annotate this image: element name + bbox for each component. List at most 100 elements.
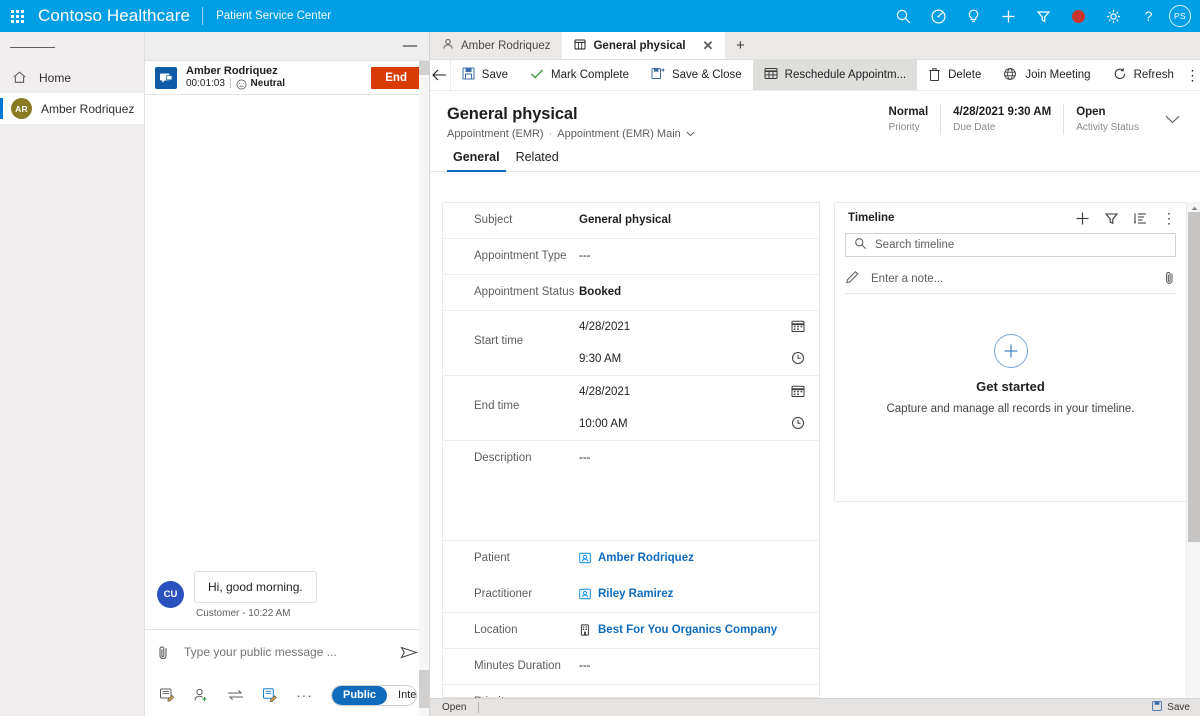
status-save-button[interactable]: Save bbox=[1152, 701, 1190, 714]
message-meta: Customer - 10:22 AM bbox=[196, 608, 291, 619]
field-label: Priority bbox=[474, 685, 579, 698]
save-and-close-button[interactable]: Save & Close bbox=[640, 60, 753, 90]
main-scrollbar[interactable] bbox=[1186, 202, 1200, 716]
header-field-due-date[interactable]: 4/28/2021 9:30 AM Due Date bbox=[940, 104, 1063, 136]
gear-icon[interactable] bbox=[1096, 0, 1131, 32]
tab-amber-rodriquez[interactable]: Amber Rodriquez bbox=[430, 32, 562, 59]
header-field-priority[interactable]: Normal Priority bbox=[877, 104, 941, 135]
main-content: Amber Rodriquez General physical ✕ + Sav… bbox=[430, 32, 1200, 716]
back-arrow-icon[interactable] bbox=[430, 60, 451, 90]
field-appointment-type[interactable]: Appointment Type --- bbox=[443, 239, 819, 275]
home-icon bbox=[11, 70, 27, 85]
subtitle-separator: · bbox=[548, 128, 553, 140]
header-field-value: Normal bbox=[888, 106, 929, 118]
filter-icon[interactable] bbox=[1026, 0, 1061, 32]
conversation-scrollbar[interactable] bbox=[419, 61, 429, 716]
field-value-link[interactable]: Amber Rodriquez bbox=[598, 552, 694, 564]
field-appointment-status[interactable]: Appointment Status Booked bbox=[443, 275, 819, 311]
sidebar-item-home[interactable]: Home bbox=[0, 62, 144, 93]
page-title: General physical bbox=[447, 105, 578, 123]
app-launcher-icon[interactable] bbox=[0, 0, 34, 32]
refresh-button[interactable]: Refresh bbox=[1102, 60, 1185, 90]
join-meeting-button[interactable]: Join Meeting bbox=[992, 60, 1101, 90]
timeline-search[interactable] bbox=[845, 233, 1176, 257]
message-visibility-toggle[interactable]: Public Internal bbox=[331, 684, 417, 706]
record-dot-icon[interactable] bbox=[1061, 0, 1096, 32]
save-close-icon bbox=[651, 67, 665, 83]
plus-circle-icon[interactable] bbox=[993, 334, 1028, 368]
delete-button[interactable]: Delete bbox=[917, 60, 992, 90]
composer-toolbar: ··· Public Internal bbox=[145, 674, 429, 716]
sidebar-item-label: Amber Rodriquez bbox=[41, 101, 135, 116]
command-overflow-button[interactable]: ⋮ bbox=[1185, 60, 1200, 90]
paperclip-icon[interactable] bbox=[156, 644, 171, 661]
calendar-icon[interactable] bbox=[791, 319, 805, 336]
neutral-face-icon bbox=[236, 79, 247, 90]
transfer-icon[interactable] bbox=[227, 688, 244, 702]
session-meta: 00:01:03 | Neutral bbox=[186, 78, 285, 91]
field-start-time[interactable]: Start time 4/28/2021 9:30 AM bbox=[443, 311, 819, 376]
save-button[interactable]: Save bbox=[451, 60, 519, 90]
visibility-public-option[interactable]: Public bbox=[332, 685, 388, 705]
plus-icon[interactable] bbox=[991, 0, 1026, 32]
mark-complete-button[interactable]: Mark Complete bbox=[519, 60, 640, 90]
persona-avatar[interactable]: PS bbox=[1169, 5, 1191, 27]
clock-icon[interactable] bbox=[791, 416, 805, 433]
more-icon[interactable]: ··· bbox=[296, 687, 313, 703]
sitemap-sidebar: Home AR Amber Rodriquez bbox=[0, 32, 145, 716]
field-patient[interactable]: Patient Amber Rodriquez bbox=[443, 541, 819, 577]
field-end-time[interactable]: End time 4/28/2021 10:00 AM bbox=[443, 376, 819, 441]
add-agent-icon[interactable] bbox=[193, 687, 209, 703]
header-field-activity-status[interactable]: Open Activity Status bbox=[1063, 104, 1151, 136]
search-icon bbox=[854, 237, 867, 253]
field-description[interactable]: Description --- bbox=[443, 441, 819, 541]
dashboard-icon[interactable] bbox=[921, 0, 956, 32]
conversation-panel: Amber Rodriquez 00:01:03 | Neutral End C… bbox=[145, 32, 430, 716]
command-label: Refresh bbox=[1133, 69, 1174, 81]
close-icon[interactable]: ✕ bbox=[703, 39, 714, 52]
timeline-more-vertical-icon[interactable]: ⋮ bbox=[1162, 211, 1176, 225]
timeline-search-input[interactable] bbox=[875, 239, 1167, 251]
field-subject[interactable]: Subject General physical bbox=[443, 203, 819, 239]
checkmark-icon bbox=[530, 67, 544, 83]
field-location[interactable]: Location Best For You Organics Company bbox=[443, 613, 819, 649]
timeline-sort-icon[interactable] bbox=[1133, 211, 1148, 226]
paperclip-icon[interactable] bbox=[1163, 270, 1176, 288]
tab-general[interactable]: General bbox=[447, 150, 506, 172]
status-bar: Open Save bbox=[430, 698, 1200, 716]
lightbulb-icon[interactable] bbox=[956, 0, 991, 32]
timeline-filter-icon[interactable] bbox=[1104, 211, 1119, 226]
form-selector-chevron-down-icon[interactable] bbox=[686, 128, 695, 140]
send-icon[interactable] bbox=[400, 645, 418, 660]
quick-reply-icon[interactable] bbox=[159, 687, 175, 703]
field-priority[interactable]: Priority --- bbox=[443, 685, 819, 698]
end-session-button[interactable]: End bbox=[371, 66, 421, 89]
brand-title: Contoso Healthcare bbox=[38, 6, 191, 25]
avatar: AR bbox=[11, 98, 32, 119]
header-expand-chevron-down-icon[interactable] bbox=[1151, 104, 1190, 135]
tab-related[interactable]: Related bbox=[510, 150, 565, 171]
timeline-note-composer[interactable]: Enter a note... bbox=[845, 265, 1176, 294]
clock-icon[interactable] bbox=[791, 351, 805, 368]
calendar-icon[interactable] bbox=[791, 384, 805, 401]
globe-meeting-icon bbox=[1003, 67, 1018, 84]
reschedule-appointment-button[interactable]: Reschedule Appointm... bbox=[752, 60, 918, 90]
notes-icon[interactable] bbox=[262, 687, 278, 703]
help-icon[interactable]: ? bbox=[1131, 0, 1166, 32]
search-icon[interactable] bbox=[886, 0, 921, 32]
field-value-link[interactable]: Riley Ramirez bbox=[598, 588, 673, 600]
tab-general-physical[interactable]: General physical ✕ bbox=[562, 32, 726, 59]
timeline-plus-icon[interactable] bbox=[1075, 211, 1090, 226]
message-input[interactable] bbox=[171, 645, 400, 659]
field-practitioner[interactable]: Practitioner Riley Ramirez bbox=[443, 577, 819, 613]
header-field-value: 4/28/2021 9:30 AM bbox=[953, 106, 1052, 118]
field-minutes-duration[interactable]: Minutes Duration --- bbox=[443, 649, 819, 685]
new-tab-button[interactable]: + bbox=[725, 32, 755, 59]
trash-icon bbox=[928, 67, 941, 84]
scrollbar-thumb[interactable] bbox=[1188, 212, 1200, 542]
sidebar-item-amber-rodriquez[interactable]: AR Amber Rodriquez bbox=[0, 93, 144, 124]
field-value-link[interactable]: Best For You Organics Company bbox=[598, 624, 777, 636]
hamburger-menu-icon[interactable] bbox=[0, 32, 144, 62]
visibility-internal-option[interactable]: Internal bbox=[387, 686, 416, 705]
minimize-icon[interactable] bbox=[403, 45, 417, 47]
